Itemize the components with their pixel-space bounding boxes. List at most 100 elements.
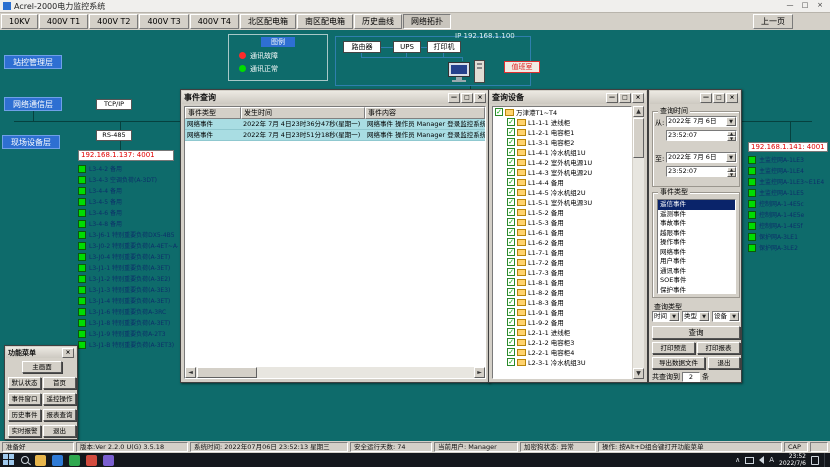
checkbox-icon[interactable]: ✓ — [507, 218, 515, 226]
device-row[interactable]: L3-4-6 备用 — [78, 207, 178, 218]
device-row[interactable]: L3-J1-1 特别重要负荷(A-3ET) — [78, 262, 178, 273]
nav-tab[interactable]: 历史曲线 — [354, 14, 402, 29]
device-row[interactable]: 控制网A-1-4E5c — [748, 198, 830, 209]
checkbox-icon[interactable]: ✓ — [507, 228, 515, 236]
checkbox-icon[interactable]: ✓ — [507, 158, 515, 166]
tree-item[interactable]: ✓ L1-9-2 备用 — [493, 317, 631, 327]
tree-item[interactable]: ✓ L1-4-5 冷水机组2U — [493, 187, 631, 197]
event-type-item[interactable]: 操作事件 — [658, 238, 735, 248]
device-row[interactable]: 控制网A-1-4E5e — [748, 209, 830, 220]
checkbox-icon[interactable]: ✓ — [507, 278, 515, 286]
event-type-item[interactable]: 用户事件 — [658, 257, 735, 267]
checkbox-icon[interactable]: ✓ — [507, 328, 515, 336]
scroll-down-button[interactable]: ▼ — [633, 368, 644, 379]
nav-tab[interactable]: 400V T3 — [139, 14, 188, 29]
device-row[interactable]: 主监控网A-1LE4 — [748, 165, 830, 176]
horizontal-scrollbar[interactable]: ◄ ► — [185, 367, 485, 378]
device-row[interactable]: L3-J0-2 特别重要负荷(A-4ET~A-3ET) — [78, 240, 178, 251]
chevron-down-icon[interactable]: ▼ — [726, 153, 736, 162]
checkbox-icon[interactable]: ✓ — [507, 178, 515, 186]
nav-tab[interactable]: 网络拓扑 — [403, 14, 451, 29]
tree-item[interactable]: ✓ L1-5-2 备用 — [493, 207, 631, 217]
vertical-scrollbar[interactable]: ▲ ▼ — [633, 106, 644, 379]
checkbox-icon[interactable]: ✓ — [507, 208, 515, 216]
scrollbar-thumb[interactable] — [633, 118, 644, 158]
device-row[interactable]: 保护网A-3LE2 — [748, 242, 830, 253]
tree-item[interactable]: ✓ L2-3-1 冷水机组3U — [493, 357, 631, 367]
device-row[interactable]: 控制网A-1-4E5f — [748, 220, 830, 231]
tree-item[interactable]: ✓ L1-5-1 室外机电源3U — [493, 197, 631, 207]
to-date-select[interactable]: 2022年 7月 6日 ▼ — [666, 152, 737, 163]
checkbox-icon[interactable]: ✓ — [507, 128, 515, 136]
print-report-button[interactable]: 打印报表 — [697, 342, 740, 354]
checkbox-icon[interactable]: ✓ — [507, 288, 515, 296]
volume-icon[interactable] — [759, 456, 764, 464]
maximize-button[interactable]: □ — [798, 1, 812, 11]
checkbox-icon[interactable]: ✓ — [507, 338, 515, 346]
menu-button[interactable]: 实时报警 — [8, 425, 41, 437]
checkbox-icon[interactable]: ✓ — [507, 118, 515, 126]
device-row[interactable]: 主监控网A-1LE3 — [748, 154, 830, 165]
layer-label[interactable]: 网络通信层 — [4, 97, 62, 111]
search-icon[interactable] — [21, 456, 29, 464]
panel-maximize-button[interactable]: □ — [619, 93, 631, 103]
checkbox-icon[interactable]: ✓ — [507, 258, 515, 266]
menu-close-button[interactable]: × — [62, 348, 74, 358]
main-screen-button[interactable]: 主画面 — [22, 361, 62, 373]
print-preview-button[interactable]: 打印预览 — [652, 342, 695, 354]
checkbox-icon[interactable]: ✓ — [507, 148, 515, 156]
device-row[interactable]: L3-J1-6 特别重要负荷A-3RC — [78, 306, 178, 317]
order-option-select[interactable]: 设备 ▼ — [712, 311, 740, 322]
nav-tab[interactable]: 北区配电箱 — [240, 14, 296, 29]
checkbox-icon[interactable]: ✓ — [507, 318, 515, 326]
notification-icon[interactable] — [811, 456, 819, 465]
panel-close-button[interactable]: × — [726, 93, 738, 103]
device-row[interactable]: 主监控网A-1LE5 — [748, 187, 830, 198]
checkbox-icon[interactable]: ✓ — [507, 268, 515, 276]
menu-button[interactable]: 遥控操作 — [43, 393, 76, 405]
scroll-right-button[interactable]: ► — [474, 367, 485, 378]
event-type-item[interactable]: 保护事件 — [658, 286, 735, 295]
tree-item[interactable]: ✓ L1-4-2 室外机电源1U — [493, 157, 631, 167]
start-button[interactable] — [3, 454, 15, 466]
device-row[interactable]: L3-4-5 备用 — [78, 196, 178, 207]
device-row[interactable]: L3-4-4 备用 — [78, 185, 178, 196]
tray-expand-icon[interactable]: ∧ — [735, 456, 740, 464]
device-row[interactable]: L3-J6-1 特别重要负荷DX5-4B5 — [78, 229, 178, 240]
taskbar-app-icon[interactable] — [103, 455, 114, 466]
checkbox-icon[interactable]: ✓ — [507, 188, 515, 196]
device-row[interactable]: L3-J1-8 特别重要负荷(A-3ET) — [78, 317, 178, 328]
dialog-close-button[interactable]: × — [474, 93, 486, 103]
order-option-select[interactable]: 类型 ▼ — [682, 311, 710, 322]
query-button[interactable]: 查询 — [652, 326, 740, 339]
device-row[interactable]: L3-4-8 备用 — [78, 218, 178, 229]
event-type-item[interactable]: SOE事件 — [658, 276, 735, 286]
menu-button[interactable]: 历史事件 — [8, 409, 41, 421]
menu-button[interactable]: 默认状态 — [8, 377, 41, 389]
tree-item[interactable]: ✓ L1-4-4 备用 — [493, 177, 631, 187]
time-spinner[interactable]: ▲ ▼ — [727, 167, 736, 176]
device-row[interactable]: L3-J1-3 特别重要负荷(A-3E3) — [78, 284, 178, 295]
tree-item[interactable]: ✓ L2-2-1 电容柜4 — [493, 347, 631, 357]
chevron-down-icon[interactable]: ▼ — [729, 312, 739, 321]
column-header[interactable]: 发生时间 — [241, 107, 365, 119]
tree-item[interactable]: ✓ L1-7-2 备用 — [493, 257, 631, 267]
nav-tab[interactable]: 10KV — [1, 14, 38, 29]
tree-item[interactable]: ✓ L1-6-1 备用 — [493, 227, 631, 237]
checkbox-icon[interactable]: ✓ — [507, 308, 515, 316]
layer-label[interactable]: 现场设备层 — [2, 135, 60, 149]
tree-item[interactable]: ✓ L1-7-1 备用 — [493, 247, 631, 257]
tree-item[interactable]: ✓ L1-8-1 备用 — [493, 277, 631, 287]
event-type-item[interactable]: 遥信事件 — [658, 200, 735, 210]
tree-item[interactable]: ✓ L1-2-1 电容柜1 — [493, 127, 631, 137]
to-time-input[interactable]: 23:52:07 ▲ ▼ — [666, 166, 737, 177]
panel-titlebar[interactable]: — □ × — [650, 91, 740, 104]
checkbox-icon[interactable]: ✓ — [507, 298, 515, 306]
device-row[interactable]: 主监控网A-1LE3~E1E4 — [748, 176, 830, 187]
panel-titlebar[interactable]: 查询设备 — □ × — [490, 91, 646, 104]
device-row[interactable]: L3-J0-4 特别重要负荷(A-3ET) — [78, 251, 178, 262]
panel-maximize-button[interactable]: □ — [713, 93, 725, 103]
taskbar-app-icon[interactable] — [35, 455, 46, 466]
event-type-item[interactable]: 通讯事件 — [658, 267, 735, 277]
nav-tab[interactable]: 400V T2 — [89, 14, 138, 29]
